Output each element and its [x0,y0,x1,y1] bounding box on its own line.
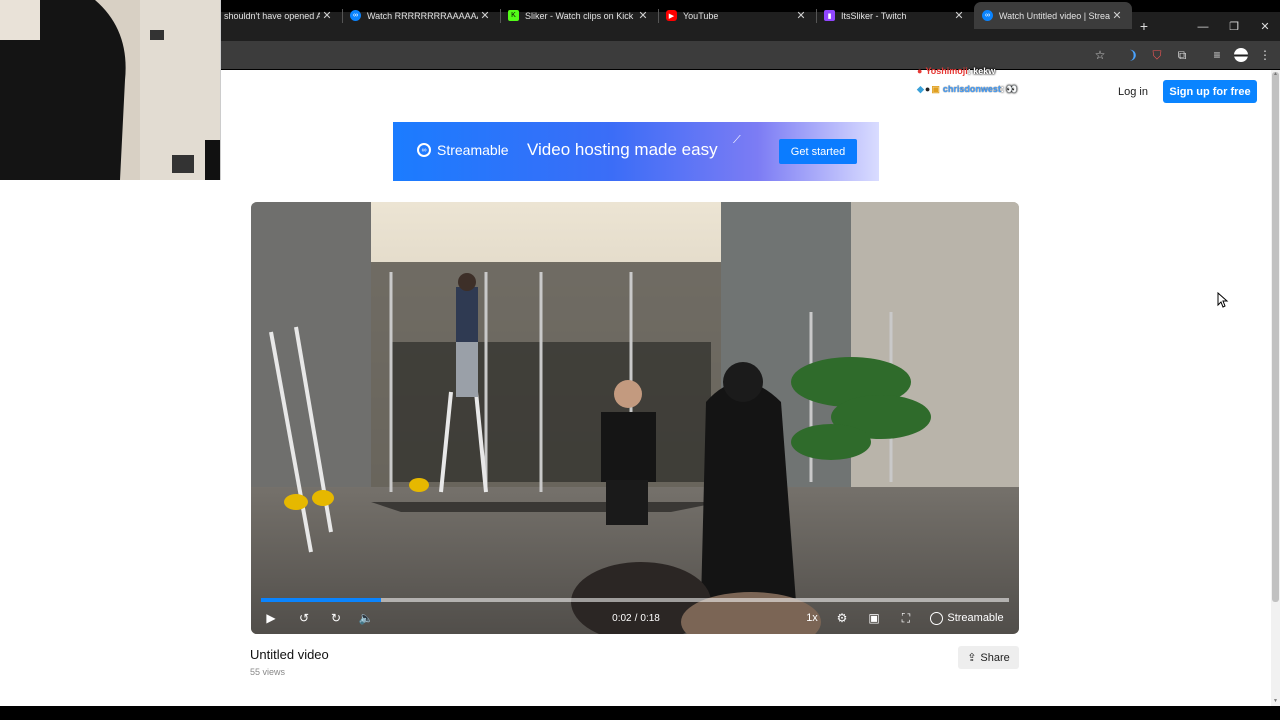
fullscreen-icon[interactable]: ⛶ [896,608,916,628]
chat-text: kekw [973,66,996,76]
share-label: Share [980,651,1010,664]
share-icon: ⇪ [967,652,977,664]
progress-bar[interactable] [261,598,1009,602]
banner-tagline: Video hosting made easy [527,140,718,159]
forward-icon[interactable]: ↻ [326,608,346,628]
tab-1[interactable]: shouldn't have opened AZ ✕ [216,2,342,29]
ad-banner[interactable]: ∞ Streamable Video hosting made easy ⟋ G… [393,122,879,181]
new-tab-button[interactable]: + [1135,15,1153,37]
tab-title: Sliker - Watch clips on Kick [525,10,634,21]
extension-audio-icon[interactable]: ❩ [1124,46,1142,64]
time-display: 0:02 / 0:18 [612,612,660,624]
player-brand-label: Streamable [947,612,1004,624]
kick-favicon-icon: K [508,10,519,21]
chat-badges-icon: ◆●▣ [917,84,941,94]
extensions-puzzle-icon[interactable]: ⧉ [1173,46,1191,64]
volume-icon[interactable]: 🔈 [356,608,376,628]
close-tab-icon[interactable]: ✕ [478,9,492,22]
video-title: Untitled video [250,647,329,662]
tab-2[interactable]: ∞ Watch RRRRRRRRAAAAAAAAT ✕ [342,2,500,29]
profile-avatar-icon[interactable] [1232,46,1250,64]
tab-5[interactable]: ▮ ItsSliker - Twitch ✕ [816,2,974,29]
get-started-button[interactable]: Get started [779,139,857,164]
webcam-overlay [0,0,221,180]
bookmark-star-icon[interactable]: ☆ [1091,46,1109,64]
close-tab-icon[interactable]: ✕ [636,9,650,22]
view-count: 55 views [250,667,286,677]
browser-menu-icon[interactable]: ⋮ [1256,46,1274,64]
chat-message: ◆●▣ chrisdonwest: 👀 [917,80,1018,98]
close-tab-icon[interactable]: ✕ [794,9,808,22]
minimize-icon[interactable]: — [1187,12,1219,41]
signup-button[interactable]: Sign up for free [1163,80,1257,103]
scroll-down-icon[interactable]: ▼ [1272,698,1279,704]
media-controls-icon[interactable]: ≡ [1208,46,1226,64]
extension-shield-icon[interactable]: ⛉ [1148,46,1166,64]
tab-3[interactable]: K Sliker - Watch clips on Kick ✕ [500,2,658,29]
playback-speed-button[interactable]: 1x [801,608,823,628]
player-brand[interactable]: Streamable [927,608,1007,628]
scrollbar-thumb[interactable] [1272,72,1279,602]
sparkle-icon: ⟋ [733,134,741,146]
twitch-favicon-icon: ▮ [824,10,835,21]
streamable-favicon-icon: ∞ [982,10,993,21]
banner-brand: ∞ Streamable [417,142,509,158]
youtube-favicon-icon: ▶ [666,10,677,21]
tab-active[interactable]: ∞ Watch Untitled video | Streamable ✕ [974,2,1132,29]
login-link[interactable]: Log in [1118,82,1148,102]
streamable-logo-icon: ∞ [417,143,431,157]
mouse-cursor-icon [1217,292,1229,308]
share-button[interactable]: ⇪ Share [958,646,1019,669]
current-time: 0:02 [612,612,632,624]
tab-title: shouldn't have opened AZ [224,10,320,21]
duration: 0:18 [640,612,660,624]
chat-username: Yoshimoji [925,66,968,76]
banner-brand-label: Streamable [437,142,509,158]
close-tab-icon[interactable]: ✕ [320,9,334,22]
play-icon[interactable]: ▶ [261,608,281,628]
chat-text: 👀 [1006,84,1018,94]
video-player[interactable]: ▶ ↺ ↻ 🔈 0:02 / 0:18 1x ⚙ ▣ ⛶ Streamable [251,202,1019,634]
chat-username: chrisdonwest [942,84,1001,94]
close-tab-icon[interactable]: ✕ [952,9,966,22]
scroll-up-icon[interactable]: ▲ [1272,71,1279,77]
settings-gear-icon[interactable]: ⚙ [832,608,852,628]
rewind-icon[interactable]: ↺ [294,608,314,628]
video-frame [251,202,1019,634]
close-tab-icon[interactable]: ✕ [1110,9,1124,22]
streamable-logo-icon [930,611,944,625]
tab-title: ItsSliker - Twitch [841,10,907,21]
chat-message: ● Yoshimoji: kekw [917,62,1018,80]
tab-4[interactable]: ▶ YouTube ✕ [658,2,816,29]
progress-fill [261,598,381,602]
streamable-favicon-icon: ∞ [350,10,361,21]
chat-overlay: ● Yoshimoji: kekw ◆●▣ chrisdonwest: 👀 [917,62,1018,98]
restore-icon[interactable]: ❐ [1218,12,1250,41]
tab-title: Watch Untitled video | Streamable [999,10,1110,21]
close-window-icon[interactable]: ✕ [1249,12,1280,41]
tab-title: YouTube [683,10,719,21]
chat-badge-icon: ● [917,66,924,76]
tab-title: Watch RRRRRRRRAAAAAAAAT [367,10,478,21]
picture-in-picture-icon[interactable]: ▣ [864,608,884,628]
